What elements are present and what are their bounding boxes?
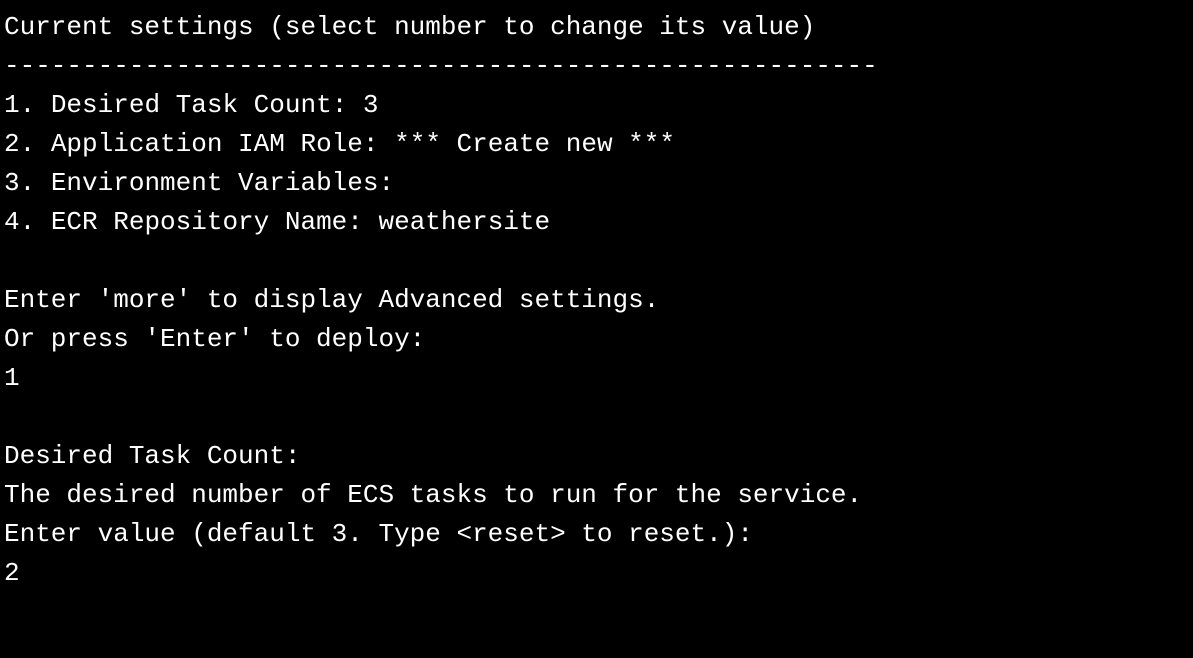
setting-detail-title: Desired Task Count: (4, 437, 1189, 476)
setting-value: weathersite (379, 207, 551, 237)
setting-value: 3 (363, 90, 379, 120)
setting-ecr-repo[interactable]: 4. ECR Repository Name: weathersite (4, 203, 1189, 242)
setting-number: 2 (4, 129, 20, 159)
user-input-value[interactable]: 2 (4, 554, 1189, 593)
setting-label: ECR Repository Name (51, 207, 347, 237)
advanced-hint: Enter 'more' to display Advanced setting… (4, 281, 1189, 320)
setting-number: 3 (4, 168, 20, 198)
setting-number: 4 (4, 207, 20, 237)
setting-detail-description: The desired number of ECS tasks to run f… (4, 476, 1189, 515)
settings-header: Current settings (select number to chang… (4, 8, 1189, 47)
blank-line (4, 398, 1189, 437)
setting-env-vars[interactable]: 3. Environment Variables: (4, 164, 1189, 203)
setting-iam-role[interactable]: 2. Application IAM Role: *** Create new … (4, 125, 1189, 164)
deploy-hint: Or press 'Enter' to deploy: (4, 320, 1189, 359)
setting-label: Environment Variables (51, 168, 379, 198)
setting-value: *** Create new *** (394, 129, 675, 159)
value-prompt: Enter value (default 3. Type <reset> to … (4, 515, 1189, 554)
setting-label: Application IAM Role (51, 129, 363, 159)
blank-line (4, 242, 1189, 281)
user-input-selection[interactable]: 1 (4, 359, 1189, 398)
setting-label: Desired Task Count (51, 90, 332, 120)
setting-task-count[interactable]: 1. Desired Task Count: 3 (4, 86, 1189, 125)
divider: ----------------------------------------… (4, 47, 1189, 86)
setting-number: 1 (4, 90, 20, 120)
